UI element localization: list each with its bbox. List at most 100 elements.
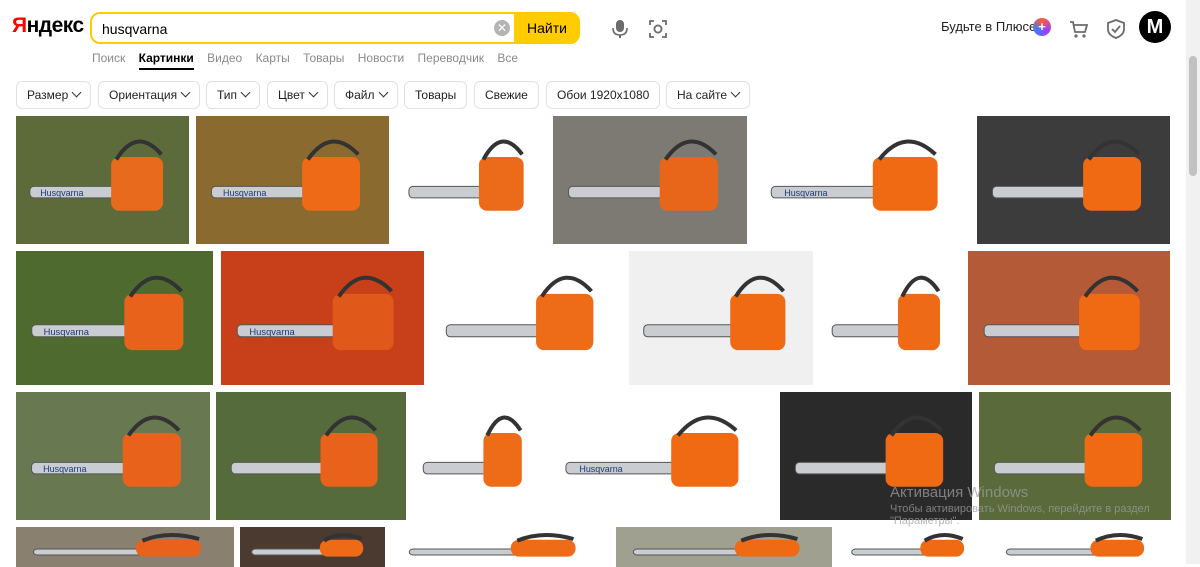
chainsaw-photo [216,392,406,520]
service-products[interactable]: Товары [303,51,344,65]
filter-on-site-label: На сайте [677,88,728,102]
image-result-thumbnail[interactable] [216,392,406,520]
image-result-thumbnail[interactable] [397,116,546,244]
image-result-thumbnail[interactable] [977,116,1170,244]
cart-icon[interactable] [1068,18,1090,40]
service-all[interactable]: Все [497,51,518,65]
engine-body-shape [885,432,944,487]
image-result-thumbnail[interactable] [821,251,961,385]
image-result-thumbnail[interactable] [616,527,832,567]
image-search-camera-icon[interactable] [647,18,669,40]
filter-size-label: Размер [27,88,69,102]
engine-body-shape [111,156,164,211]
engine-body-shape [122,432,181,487]
clear-search-icon[interactable]: ✕ [494,20,510,36]
brand-label: Husqvarna [40,188,83,198]
chainsaw-photo: Husqvarna [221,251,424,385]
image-result-thumbnail[interactable] [553,116,747,244]
filter-wallpaper-label: Обои 1920x1080 [557,88,650,102]
chevron-down-icon [308,87,319,98]
filter-wallpaper[interactable]: Обои 1920x1080 [546,81,661,109]
filter-products[interactable]: Товары [404,81,468,109]
engine-body-shape [483,432,522,487]
guide-bar-shape [568,185,676,199]
image-result-thumbnail[interactable]: Husqvarna [16,251,213,385]
microphone-icon[interactable] [609,18,631,40]
image-result-thumbnail[interactable]: Husqvarna [16,116,189,244]
chainsaw-photo [553,116,747,244]
service-images[interactable]: Картинки [138,51,194,70]
image-result-thumbnail[interactable]: Husqvarna [196,116,389,244]
engine-body-shape [302,156,361,211]
image-result-thumbnail[interactable] [413,392,541,520]
guide-bar-shape [851,548,933,556]
service-translator[interactable]: Переводчик [418,51,485,65]
chainsaw-photo [16,527,234,567]
guide-bar-shape [230,461,337,475]
filter-on-site[interactable]: На сайте [666,81,751,109]
guide-bar-shape [643,324,746,338]
service-news[interactable]: Новости [358,51,404,65]
engine-body-shape [734,539,800,557]
service-video[interactable]: Видео [207,51,242,65]
image-result-thumbnail[interactable] [431,251,622,385]
chainsaw-photo [629,251,813,385]
avatar[interactable]: M [1139,11,1171,43]
watermark-line: "Параметры". [890,515,960,527]
filter-type[interactable]: Тип [206,81,261,109]
filter-file[interactable]: Файл [334,81,398,109]
image-result-thumbnail[interactable] [392,527,608,567]
plus-icon[interactable]: + [1033,18,1051,36]
engine-body-shape [536,293,594,351]
watermark-title: Активация Windows [890,484,1029,501]
filter-orientation[interactable]: Ориентация [98,81,201,109]
services-nav: Поиск Картинки Видео Карты Товары Новост… [92,51,528,70]
search-button[interactable]: Найти [514,12,580,44]
header: Яндекс ✕ Найти Будьте в Плюсе + M Поиск … [0,0,1186,76]
shield-icon[interactable] [1105,18,1127,40]
guide-bar-shape [993,461,1101,475]
scrollbar-thumb[interactable] [1189,56,1197,176]
guide-bar-shape [422,461,495,475]
engine-body-shape [319,539,364,557]
page-scrollbar[interactable] [1186,0,1200,564]
guide-bar-shape [32,548,154,556]
chainsaw-photo [431,251,622,385]
image-result-thumbnail[interactable] [968,251,1170,385]
chainsaw-photo [616,527,832,567]
brand-label: Husqvarna [44,327,90,337]
engine-body-shape [872,156,938,211]
yandex-logo[interactable]: Яндекс [12,14,84,38]
filter-color[interactable]: Цвет [267,81,328,109]
search-box: ✕ Найти [90,12,580,44]
image-result-thumbnail[interactable]: Husqvarna [221,251,424,385]
service-search[interactable]: Поиск [92,51,125,65]
filter-file-label: Файл [345,88,375,102]
chainsaw-photo [821,251,961,385]
chevron-down-icon [71,87,82,98]
filter-size[interactable]: Размер [16,81,92,109]
image-result-thumbnail[interactable]: Husqvarna [754,116,970,244]
image-result-thumbnail[interactable] [240,527,385,567]
chainsaw-photo [992,527,1171,567]
chevron-down-icon [378,87,388,98]
chainsaw-photo: Husqvarna [196,116,389,244]
brand-label: Husqvarna [579,464,622,474]
plus-promo-text[interactable]: Будьте в Плюсе [941,19,1036,34]
image-result-thumbnail[interactable] [992,527,1171,567]
filter-orientation-label: Ориентация [109,88,178,102]
search-input[interactable] [100,18,494,40]
chevron-down-icon [240,87,251,98]
chevron-down-icon [180,87,191,98]
service-maps[interactable]: Карты [256,51,290,65]
image-result-thumbnail[interactable] [629,251,813,385]
guide-bar-shape [831,324,910,338]
guide-bar-shape [408,185,492,199]
image-result-thumbnail[interactable] [16,527,234,567]
filter-fresh[interactable]: Свежие [474,81,539,109]
chainsaw-photo: Husqvarna [16,251,213,385]
image-result-thumbnail[interactable] [840,527,986,567]
watermark-line: Чтобы активировать Windows, перейдите в … [890,503,1150,515]
image-result-thumbnail[interactable]: Husqvarna [16,392,210,520]
image-result-thumbnail[interactable]: Husqvarna [548,392,772,520]
